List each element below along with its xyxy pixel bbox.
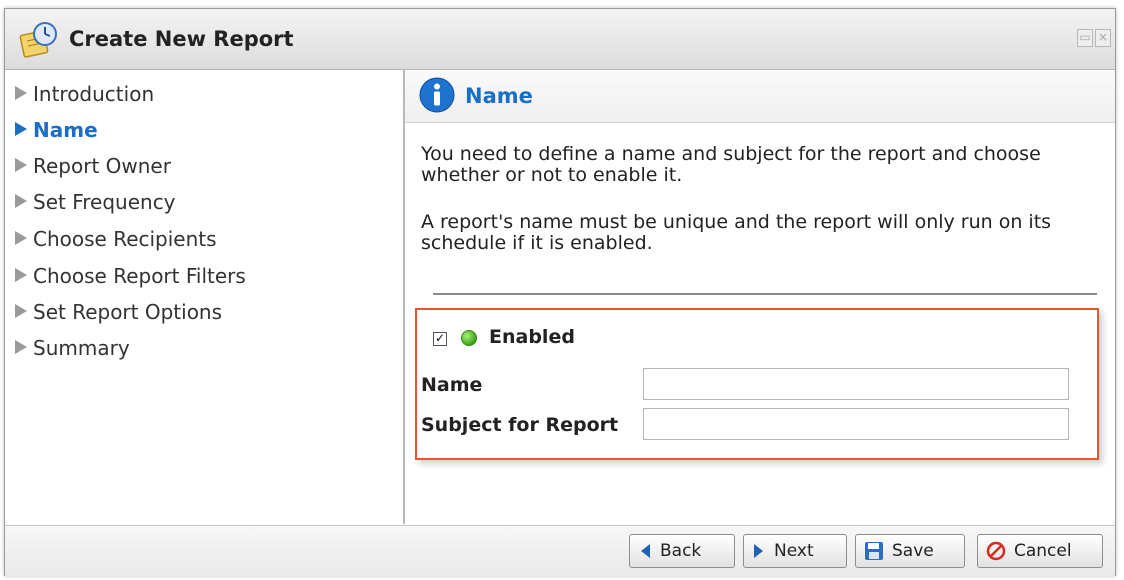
sidebar-item-label: Name — [33, 118, 98, 142]
sidebar-item-label: Set Frequency — [33, 190, 176, 214]
next-button[interactable]: Next — [743, 534, 847, 568]
main-panel: Name You need to define a name and subje… — [405, 70, 1115, 524]
back-arrow-icon — [641, 544, 650, 558]
title-bar: Create New Report ▭ × — [5, 9, 1115, 70]
description-text: You need to define a name and subject fo… — [421, 143, 1041, 186]
sidebar-item-choose-recipients[interactable]: Choose Recipients — [15, 227, 217, 251]
close-icon[interactable]: × — [1095, 29, 1111, 47]
section-header: Name — [405, 70, 1115, 123]
cancel-button[interactable]: Cancel — [977, 534, 1103, 568]
sidebar-item-set-frequency[interactable]: Set Frequency — [15, 190, 176, 214]
sidebar-item-label: Choose Report Filters — [33, 264, 246, 288]
sidebar-item-label: Report Owner — [33, 154, 171, 178]
info-icon — [419, 77, 455, 113]
name-field[interactable] — [643, 368, 1069, 400]
sidebar-item-summary[interactable]: Summary — [15, 336, 130, 360]
report-details-form: ✓ Enabled Name Subject for Report — [415, 308, 1099, 460]
sidebar-item-introduction[interactable]: Introduction — [15, 82, 154, 106]
window-title: Create New Report — [69, 27, 294, 51]
sidebar-item-label: Choose Recipients — [33, 227, 217, 251]
chevron-right-icon — [15, 194, 27, 208]
enabled-label: Enabled — [489, 326, 575, 348]
save-disk-icon — [865, 542, 883, 560]
chevron-right-icon — [15, 122, 27, 136]
restore-icon[interactable]: ▭ — [1077, 29, 1093, 47]
subject-label: Subject for Report — [421, 414, 619, 436]
save-button-label: Save — [892, 541, 934, 561]
chevron-right-icon — [15, 304, 27, 318]
back-button-label: Back — [660, 541, 702, 561]
wizard-steps-sidebar: Introduction Name Report Owner Set Frequ… — [5, 70, 405, 524]
next-button-label: Next — [774, 541, 814, 561]
sidebar-item-name[interactable]: Name — [15, 118, 98, 142]
chevron-right-icon — [15, 268, 27, 282]
enabled-checkbox[interactable]: ✓ — [433, 332, 447, 346]
sidebar-item-set-report-options[interactable]: Set Report Options — [15, 300, 222, 324]
sidebar-item-label: Introduction — [33, 82, 155, 106]
sidebar-item-report-owner[interactable]: Report Owner — [15, 154, 171, 178]
next-arrow-icon — [754, 544, 763, 558]
save-button[interactable]: Save — [855, 534, 965, 568]
sidebar-item-label: Set Report Options — [33, 300, 223, 324]
sidebar-item-choose-report-filters[interactable]: Choose Report Filters — [15, 264, 246, 288]
description-text: A report's name must be unique and the r… — [421, 211, 1052, 254]
back-button[interactable]: Back — [629, 534, 735, 568]
wizard-footer: Back Next Save Cancel — [5, 525, 1115, 576]
cancel-icon — [986, 541, 1006, 561]
name-label: Name — [421, 374, 483, 396]
chevron-right-icon — [15, 158, 27, 172]
create-report-window: Create New Report ▭ × Introduction Name … — [4, 8, 1116, 576]
cancel-button-label: Cancel — [1014, 541, 1072, 561]
sidebar-item-label: Summary — [33, 336, 130, 360]
enabled-status-icon — [461, 330, 477, 346]
divider — [433, 293, 1097, 295]
chevron-right-icon — [15, 231, 27, 245]
chevron-right-icon — [15, 340, 27, 354]
chevron-right-icon — [15, 86, 27, 100]
section-title: Name — [465, 84, 533, 108]
report-schedule-icon — [19, 22, 57, 58]
subject-field[interactable] — [643, 408, 1069, 440]
